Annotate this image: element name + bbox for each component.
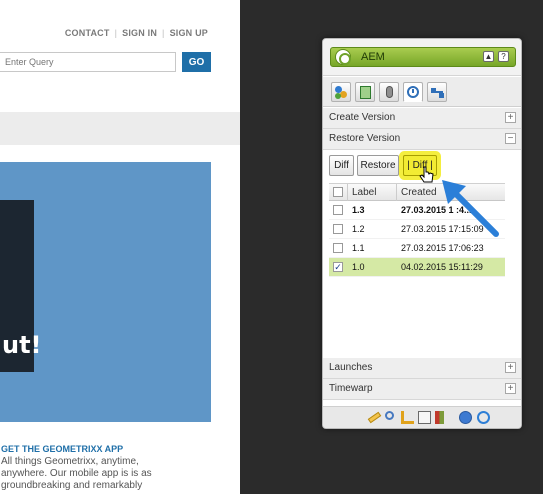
expand-icon[interactable]: + [505, 362, 516, 373]
pointer-arrow-icon [442, 180, 499, 237]
restore-button[interactable]: Restore [357, 155, 399, 176]
sidekick-header: AEM ▲ ? [323, 39, 521, 76]
table-row[interactable]: ✓ 1.0 04.02.2015 15:11:29 [329, 258, 505, 277]
app-promo-title[interactable]: GET THE GEOMETRIXX APP [1, 444, 123, 454]
globe-icon[interactable] [459, 411, 472, 424]
sites-icon[interactable] [435, 411, 444, 424]
sidekick-title: AEM [361, 51, 385, 63]
app-promo-line: All things Geometrixx, anytime, [1, 456, 139, 467]
sign-in-link[interactable]: SIGN IN [122, 28, 157, 38]
app-promo-line: groundbreaking and remarkably [1, 480, 143, 491]
row-checkbox[interactable] [333, 243, 343, 253]
table-row[interactable]: 1.1 27.03.2015 17:06:23 [329, 239, 505, 258]
hand-cursor-icon [419, 166, 434, 183]
nav-separator: | [162, 28, 165, 38]
sidekick-titlebar[interactable]: AEM ▲ ? [330, 47, 516, 67]
scaffolding-icon[interactable] [418, 411, 431, 424]
column-divider [347, 184, 348, 201]
search-input[interactable] [0, 52, 176, 72]
create-version-label: Create Version [329, 112, 396, 123]
page-tab-icon[interactable] [331, 82, 351, 102]
restore-version-section[interactable]: Restore Version − [323, 129, 521, 150]
design-icon[interactable] [401, 411, 414, 424]
row-checkbox-checked[interactable]: ✓ [333, 262, 343, 272]
workflow-tab-icon[interactable] [379, 82, 399, 102]
column-divider [396, 184, 397, 201]
app-promo-text: All things Geometrixx, anytime, anywhere… [1, 456, 215, 492]
collapse-icon[interactable]: − [505, 133, 516, 144]
version-label: 1.1 [352, 243, 365, 253]
column-header-label[interactable]: Label [352, 187, 376, 198]
timewarp-label: Timewarp [329, 383, 373, 394]
contact-link[interactable]: CONTACT [65, 28, 110, 38]
version-label: 1.0 [352, 262, 365, 272]
launches-label: Launches [329, 362, 373, 373]
launches-section[interactable]: Launches + [323, 358, 521, 379]
refresh-icon[interactable] [477, 411, 490, 424]
collapse-button[interactable]: ▲ [483, 51, 494, 62]
hero-caption-text: ut! [2, 331, 42, 359]
diff-button[interactable]: Diff [329, 155, 354, 176]
version-created: 27.03.2015 17:06:23 [401, 243, 484, 253]
sign-up-link[interactable]: SIGN UP [170, 28, 208, 38]
app-promo-line: anywhere. Our mobile app is is as [1, 468, 152, 479]
components-tab-icon[interactable] [355, 82, 375, 102]
column-header-created[interactable]: Created [401, 187, 437, 198]
version-label: 1.3 [352, 205, 365, 215]
version-label: 1.2 [352, 224, 365, 234]
aem-logo-icon [335, 49, 351, 65]
restore-version-label: Restore Version [329, 133, 401, 144]
navigation-bar [0, 112, 240, 145]
row-checkbox[interactable] [333, 224, 343, 234]
go-button[interactable]: GO [182, 52, 211, 72]
help-button[interactable]: ? [498, 51, 509, 62]
create-version-section[interactable]: Create Version + [323, 108, 521, 129]
sidekick-footer [323, 406, 521, 428]
expand-icon[interactable]: + [505, 383, 516, 394]
version-created: 04.02.2015 15:11:29 [401, 262, 483, 272]
sidekick-tabs [323, 77, 521, 107]
versioning-tab-icon[interactable] [403, 82, 423, 102]
preview-icon[interactable] [385, 411, 394, 420]
information-tab-icon[interactable] [427, 82, 447, 102]
select-all-checkbox[interactable] [333, 187, 343, 197]
timewarp-section[interactable]: Timewarp + [323, 379, 521, 400]
expand-icon[interactable]: + [505, 112, 516, 123]
website-page: CONTACT | SIGN IN | SIGN UP GO ut! GET THE G… [0, 0, 240, 494]
edit-icon[interactable] [367, 411, 382, 424]
row-checkbox[interactable] [333, 205, 343, 215]
nav-separator: | [114, 28, 118, 38]
top-nav: CONTACT | SIGN IN | SIGN UP [65, 28, 208, 38]
